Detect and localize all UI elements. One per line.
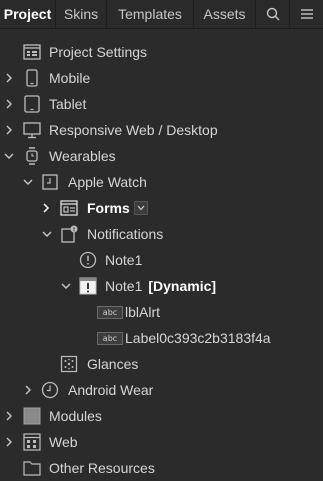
tree-item-modules[interactable]: Modules — [0, 403, 323, 429]
notification-bell-icon — [60, 225, 78, 243]
tree-item-android-wear[interactable]: Android Wear — [0, 377, 323, 403]
tree-item-responsive-web[interactable]: Responsive Web / Desktop — [0, 117, 323, 143]
tree-item-forms[interactable]: Forms — [0, 195, 323, 221]
tree-item-label: Mobile — [49, 70, 91, 86]
settings-window-icon — [23, 43, 41, 61]
tree-item-label: Glances — [87, 356, 139, 372]
tree-item-web[interactable]: Web — [0, 429, 323, 455]
chevron-down-icon[interactable] — [60, 280, 72, 292]
note1-label: Note1 — [105, 278, 143, 294]
hamburger-menu-icon[interactable] — [290, 0, 323, 28]
chevron-down-icon[interactable] — [41, 228, 53, 240]
mobile-phone-icon — [23, 69, 41, 87]
tree-item-lblalrt[interactable]: abc lblAlrt — [0, 299, 323, 325]
dynamic-tag: [Dynamic] — [148, 278, 217, 294]
tree-item-label: Project Settings — [49, 44, 148, 60]
tab-skins[interactable]: Skins — [56, 0, 107, 28]
chevron-right-icon[interactable] — [3, 124, 15, 136]
tree-item-mobile[interactable]: Mobile — [0, 65, 323, 91]
tree-item-note1-dynamic[interactable]: Note1 [Dynamic] — [0, 273, 323, 299]
chevron-right-icon[interactable] — [3, 72, 15, 84]
chevron-right-icon[interactable] — [3, 410, 15, 422]
panel-tab-bar: Project Skins Templates Assets — [0, 0, 323, 29]
tab-templates[interactable]: Templates — [107, 0, 194, 28]
tree-item-label: Note1 — [105, 252, 143, 268]
tree-item-other-resources[interactable]: Other Resources — [0, 455, 323, 481]
tree-item-label: Apple Watch — [68, 174, 147, 190]
watch-face-icon — [41, 173, 59, 191]
chevron-right-icon[interactable] — [40, 202, 52, 214]
modules-icon — [23, 407, 41, 425]
tree-item-label: lblAlrt — [125, 304, 161, 320]
tree-item-label0c393c2b3183f4a[interactable]: abc Label0c393c2b3183f4a — [0, 325, 323, 351]
tree-item-glances[interactable]: Glances — [0, 351, 323, 377]
web-grid-icon — [23, 433, 41, 451]
tree-item-label: Responsive Web / Desktop — [49, 122, 218, 138]
folder-icon — [23, 459, 41, 477]
chevron-right-icon[interactable] — [3, 98, 15, 110]
tree-item-label: Other Resources — [49, 460, 155, 476]
tree-item-apple-watch[interactable]: Apple Watch — [0, 169, 323, 195]
tree-item-notifications[interactable]: Notifications — [0, 221, 323, 247]
tree-item-label: Android Wear — [68, 382, 154, 398]
dynamic-notification-icon — [79, 277, 97, 295]
label-widget-icon: abc — [97, 332, 123, 345]
tree-item-note1[interactable]: Note1 — [0, 247, 323, 273]
tree-item-label: Note1 [Dynamic] — [105, 278, 216, 294]
chevron-down-icon[interactable] — [22, 176, 34, 188]
tree-item-label: Tablet — [49, 96, 87, 112]
tablet-icon — [23, 95, 41, 113]
chevron-right-icon[interactable] — [22, 384, 34, 396]
chevron-right-icon[interactable] — [3, 436, 15, 448]
tab-project[interactable]: Project — [0, 0, 56, 28]
smartwatch-icon — [23, 147, 41, 165]
tree-item-tablet[interactable]: Tablet — [0, 91, 323, 117]
tree-item-label: Label0c393c2b3183f4a — [125, 330, 271, 346]
tab-assets[interactable]: Assets — [194, 0, 256, 28]
label-widget-icon: abc — [97, 306, 123, 319]
alert-circle-icon — [79, 251, 97, 269]
tree-item-label: Notifications — [87, 226, 164, 242]
search-icon[interactable] — [256, 0, 290, 28]
tree-item-label: Modules — [49, 408, 102, 424]
tree-item-project-settings[interactable]: Project Settings — [0, 39, 323, 65]
tree-item-label: Wearables — [49, 148, 116, 164]
chevron-down-icon[interactable] — [3, 150, 15, 162]
glances-icon — [60, 355, 78, 373]
tree-item-wearables[interactable]: Wearables — [0, 143, 323, 169]
round-watch-icon — [41, 381, 59, 399]
desktop-monitor-icon — [23, 121, 41, 139]
forms-icon — [60, 199, 78, 217]
forms-dropdown-button[interactable] — [134, 201, 148, 215]
tree-item-label: Web — [49, 434, 78, 450]
tree-item-label: Forms — [87, 200, 130, 216]
